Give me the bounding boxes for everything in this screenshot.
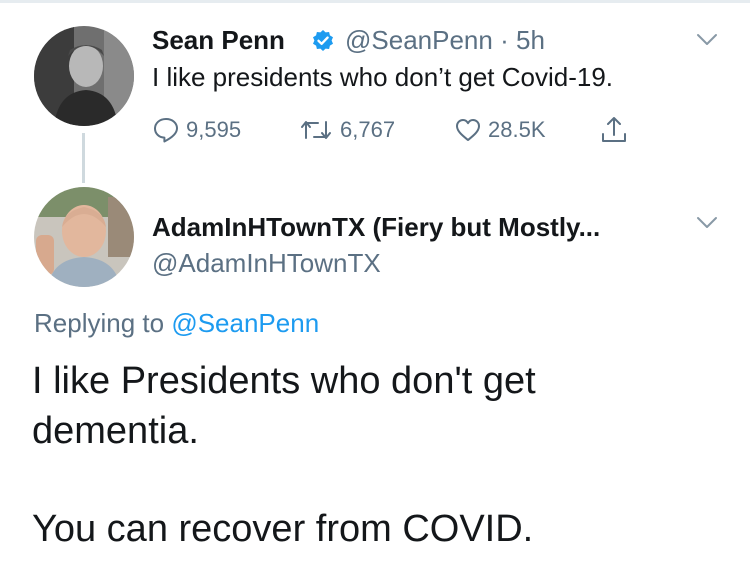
heart-icon [456,119,480,141]
reply-text-line-2: dementia. [32,410,199,452]
like-count: 28.5K [488,117,546,142]
tweet-handle-time[interactable]: @SeanPenn · 5h [345,25,545,55]
reply-action[interactable]: 9,595 [152,115,241,145]
reply-author-avatar[interactable] [34,187,134,287]
reply-count: 9,595 [186,117,242,142]
thread-connector [82,133,85,183]
replying-to: Replying to @SeanPenn [34,306,319,340]
tweet-time[interactable]: 5h [516,25,545,55]
like-action[interactable]: 28.5K [454,115,546,145]
reply-icon [154,118,178,143]
replying-to-label: Replying to [34,308,165,338]
chevron-down-icon[interactable] [695,215,719,231]
top-divider [0,0,750,3]
tweet-author-name[interactable]: Sean Penn [152,25,285,55]
sean-penn-avatar[interactable] [34,26,134,126]
reply-text-line-1: I like Presidents who don't get [32,360,536,402]
reply-text-paragraph-2: You can recover from COVID. [32,508,534,550]
verified-badge-icon [313,30,333,51]
share-action[interactable] [598,115,630,145]
retweet-count: 6,767 [340,117,396,142]
share-icon [602,117,626,142]
time-separator: · [500,25,509,55]
reply-text: I like Presidents who don't get dementia… [32,356,536,554]
retweet-icon [301,121,331,139]
tweet-text: I like presidents who don’t get Covid-19… [152,62,614,92]
reply-author-name[interactable]: AdamInHTownTX (Fiery but Mostly... [152,212,600,242]
tweet-handle[interactable]: @SeanPenn [345,25,493,55]
retweet-action[interactable]: 6,767 [298,115,395,145]
replying-to-link[interactable]: @SeanPenn [171,308,319,338]
reply-handle[interactable]: @AdamInHTownTX [152,248,381,278]
chevron-down-icon[interactable] [695,32,719,48]
